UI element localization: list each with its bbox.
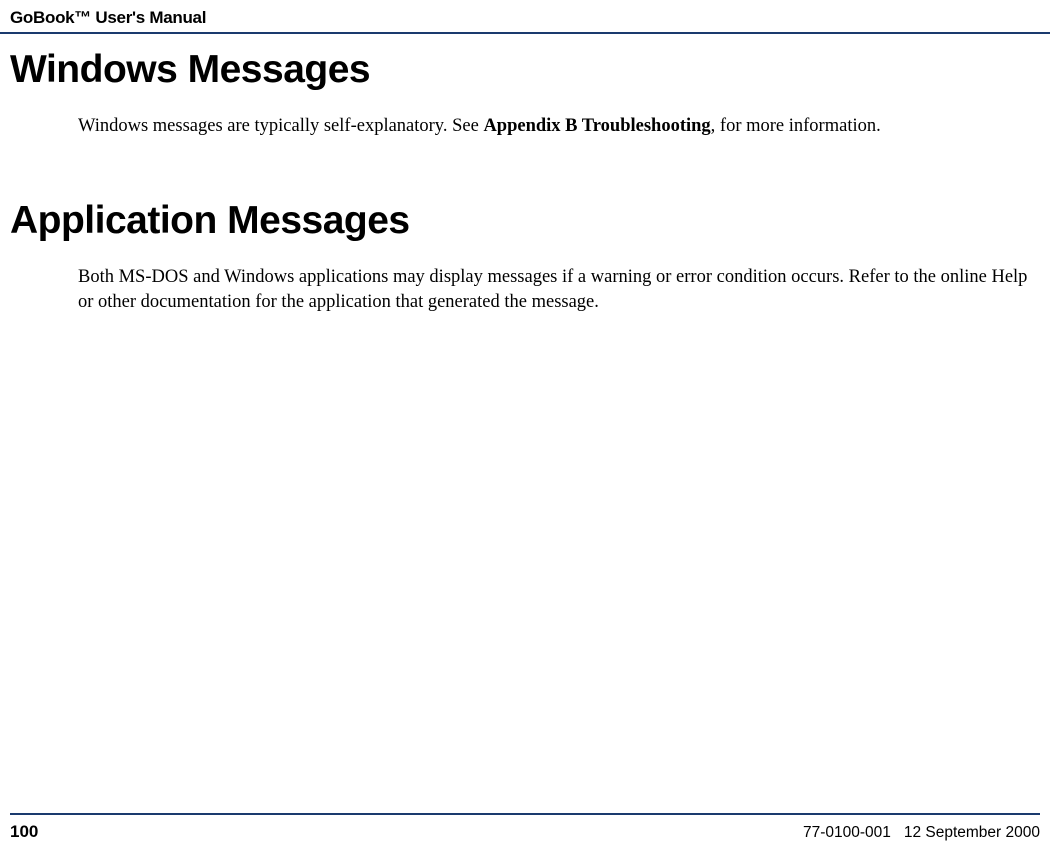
footer-rule (10, 813, 1040, 815)
page-footer: 100 77-0100-001 12 September 2000 (0, 822, 1050, 842)
page-number: 100 (10, 822, 38, 842)
appendix-reference: Appendix B Troubleshooting (483, 116, 710, 136)
page-content: Windows Messages Windows messages are ty… (0, 48, 1050, 315)
running-title: GoBook™ User's Manual (10, 8, 1040, 28)
document-meta: 77-0100-001 12 September 2000 (803, 824, 1040, 842)
document-id: 77-0100-001 (803, 824, 891, 841)
document-date: 12 September 2000 (904, 824, 1040, 841)
page-header: GoBook™ User's Manual (0, 0, 1050, 34)
paragraph-text-prefix: Windows messages are typically self-expl… (78, 116, 483, 136)
heading-windows-messages: Windows Messages (10, 48, 1040, 92)
paragraph-windows-messages: Windows messages are typically self-expl… (10, 114, 1040, 139)
paragraph-text-suffix: , for more information. (711, 116, 881, 136)
paragraph-application-messages: Both MS-DOS and Windows applications may… (10, 265, 1040, 315)
heading-application-messages: Application Messages (10, 199, 1040, 243)
